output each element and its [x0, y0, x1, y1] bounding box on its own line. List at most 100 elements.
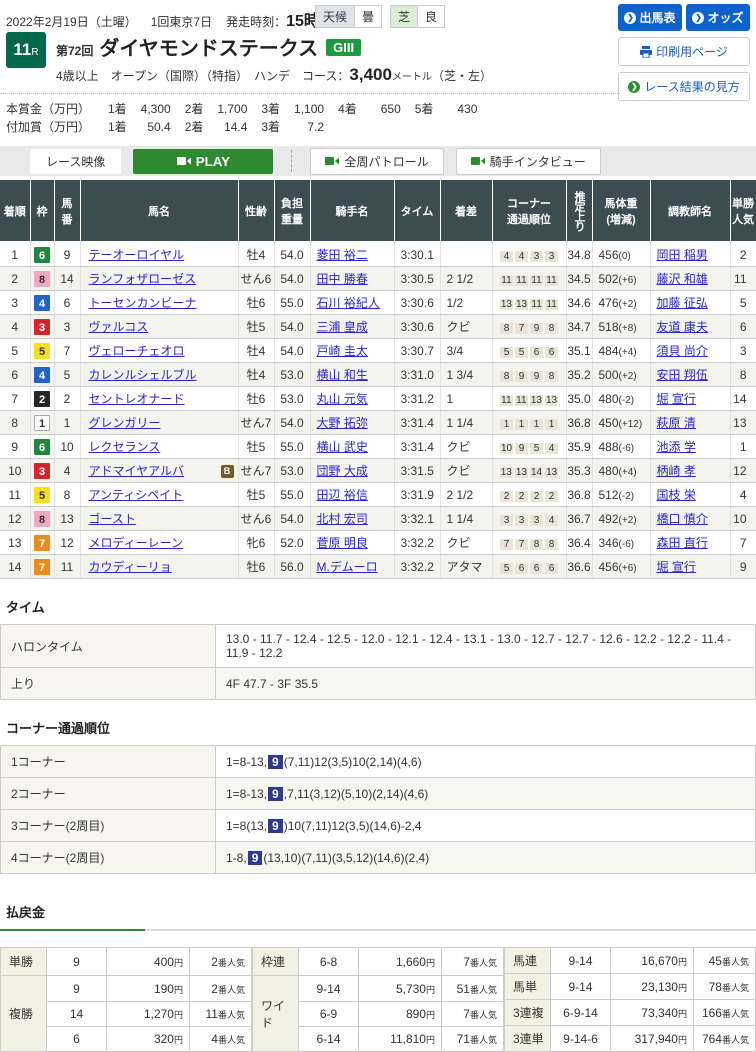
- amount-value: 11,810: [390, 1032, 426, 1046]
- time: 3:31.9: [394, 483, 440, 507]
- result-guide-label: レース結果の見方: [644, 78, 739, 95]
- corner-position: 2: [515, 491, 528, 502]
- corner-position: 8: [545, 371, 558, 382]
- jockey-cell: 丸山 元気: [310, 387, 394, 411]
- jockey-link[interactable]: 田辺 裕信: [317, 488, 368, 502]
- result-guide-button[interactable]: ❯レース結果の見方: [618, 72, 750, 101]
- trainer-link[interactable]: 柄崎 孝: [657, 464, 696, 478]
- horse-name-link[interactable]: ゴースト: [89, 512, 136, 526]
- odds-button[interactable]: ❯オッズ: [686, 4, 750, 31]
- trainer-link[interactable]: 国枝 栄: [657, 488, 696, 502]
- jockey-link[interactable]: 菅原 明良: [317, 536, 368, 550]
- amount-unit: 円: [678, 1009, 687, 1019]
- time: 3:30.6: [394, 315, 440, 339]
- corner-position: 4: [545, 515, 558, 526]
- bet-type-label: 馬単: [505, 974, 551, 1000]
- jockey-link[interactable]: 石川 裕紀人: [317, 296, 380, 310]
- result-row: 2814ランフォザローゼスせん654.0田中 勝春3:30.52 1/21111…: [0, 267, 756, 291]
- patrol-video-button[interactable]: 全周パトロール: [310, 148, 443, 175]
- horse-name-link[interactable]: グレンガリー: [89, 416, 161, 430]
- carried-weight: 54.0: [274, 315, 310, 339]
- result-row: 433ヴァルコス牡554.0三浦 皇成3:30.6クビ879834.7518(+…: [0, 315, 756, 339]
- horse-name-cell: ヴァルコス: [80, 315, 238, 339]
- amount-unit: 円: [174, 1010, 183, 1020]
- jockey-link[interactable]: M.デムーロ: [317, 560, 378, 574]
- bracket-cell: 8: [30, 507, 54, 531]
- corner-position: 2: [545, 491, 558, 502]
- carried-weight: 55.0: [274, 483, 310, 507]
- horse-name-link[interactable]: ヴァルコス: [89, 320, 149, 334]
- jockey-link[interactable]: 横山 武史: [317, 440, 368, 454]
- jockey-link[interactable]: 大野 拓弥: [317, 416, 368, 430]
- bracket-cell: 6: [30, 435, 54, 459]
- jockey-link[interactable]: 団野 大成: [317, 464, 368, 478]
- payout-row: 枠連6-81,660円7番人気: [253, 948, 504, 976]
- jockey-link[interactable]: 戸崎 圭太: [317, 344, 368, 358]
- horse-name-link[interactable]: ランフォザローゼス: [89, 272, 197, 286]
- header-line: コーナー: [493, 195, 566, 211]
- corner-row-label: 4コーナー(2周目): [1, 842, 216, 874]
- popularity-value: 51: [457, 982, 470, 996]
- trainer-link[interactable]: 池添 学: [657, 440, 696, 454]
- corner-position: 11: [515, 395, 528, 406]
- trainer-link[interactable]: 藤沢 和雄: [657, 272, 708, 286]
- horse-weight-diff: (-2): [619, 395, 635, 406]
- trainer-link[interactable]: 堀 宣行: [657, 392, 696, 406]
- jockey-link[interactable]: 丸山 元気: [317, 392, 368, 406]
- trainer-link[interactable]: 橋口 慎介: [657, 512, 708, 526]
- sex-age: 牡5: [238, 435, 274, 459]
- header-line: 人気: [731, 211, 756, 227]
- bracket-number: 5: [34, 487, 50, 503]
- corner-position: 14: [530, 467, 543, 478]
- corner-row: 1コーナー1=8-13,9(7,11)12(3,5)10(2,14)(4,6): [1, 746, 756, 778]
- corner-position: 3: [530, 515, 543, 526]
- bracket-number: 4: [34, 367, 50, 383]
- corner-order-post: (7,11)12(3,5)10(2,14)(4,6): [284, 755, 422, 769]
- trainer-link[interactable]: 安田 翔伍: [657, 368, 708, 382]
- horse-name-link[interactable]: レクセランス: [89, 440, 161, 454]
- trainer-link[interactable]: 友道 康夫: [657, 320, 708, 334]
- amount-value: 317,940: [635, 1032, 678, 1046]
- trainer-cell: 森田 直行: [650, 531, 730, 555]
- trainer-link[interactable]: 岡田 稲男: [657, 248, 708, 262]
- horse-name-link[interactable]: アドマイヤアルバ: [89, 464, 185, 478]
- prize-place: 2着: [185, 118, 204, 136]
- entry-table-button[interactable]: ❯出馬表: [618, 4, 682, 31]
- trainer-link[interactable]: 萩原 清: [657, 416, 696, 430]
- jockey-link[interactable]: 田中 勝春: [317, 272, 368, 286]
- horse-name-link[interactable]: ヴェローチェオロ: [89, 344, 185, 358]
- play-button[interactable]: PLAY: [133, 149, 273, 174]
- horse-weight-diff: (+2): [619, 299, 637, 310]
- column-header: 負担重量: [274, 180, 310, 242]
- horse-name-link[interactable]: テーオーロイヤル: [89, 248, 185, 262]
- horse-name-link[interactable]: メロディーレーン: [89, 536, 184, 550]
- jockey-link[interactable]: 横山 和生: [317, 368, 368, 382]
- trainer-link[interactable]: 須貝 尚介: [657, 344, 708, 358]
- horse-name-link[interactable]: セントレオナード: [89, 392, 185, 406]
- horse-name-link[interactable]: アンティシペイト: [89, 488, 184, 502]
- jockey-link[interactable]: 北村 宏司: [317, 512, 368, 526]
- header-line: 単勝: [731, 195, 756, 211]
- trainer-link[interactable]: 森田 直行: [657, 536, 708, 550]
- sex-age: せん7: [238, 411, 274, 435]
- margin: 3/4: [440, 339, 492, 363]
- popularity-value: 7: [463, 1007, 470, 1021]
- horse-name-link[interactable]: トーセンカンビーナ: [89, 296, 197, 310]
- trainer-link[interactable]: 加藤 征弘: [657, 296, 708, 310]
- corner-row-label: 3コーナー(2周目): [1, 810, 216, 842]
- print-page-button[interactable]: 印刷用ページ: [618, 37, 750, 66]
- bet-type-label: 単勝: [1, 948, 47, 976]
- carried-weight: 54.0: [274, 242, 310, 267]
- horse-weight-value: 502: [599, 272, 619, 286]
- trainer-link[interactable]: 堀 宣行: [657, 560, 696, 574]
- horse-name-link[interactable]: カウディーリョ: [89, 560, 172, 574]
- prize-value: 650: [357, 100, 401, 118]
- jockey-link[interactable]: 三浦 皇成: [317, 320, 368, 334]
- jockey-link[interactable]: 菱田 裕二: [317, 248, 368, 262]
- jockey-interview-button[interactable]: 騎手インタビュー: [456, 148, 601, 175]
- horse-name-link[interactable]: カレンルシェルブル: [89, 368, 197, 382]
- weather-badges: 天候曇芝良: [315, 5, 453, 28]
- popularity-value: 4: [211, 1032, 218, 1046]
- divider: [291, 150, 292, 172]
- corner-section-title: コーナー通過順位: [6, 718, 756, 737]
